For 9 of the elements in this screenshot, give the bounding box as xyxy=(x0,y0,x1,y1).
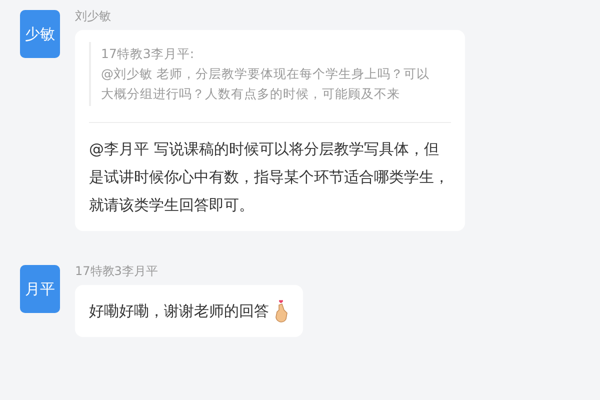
sender-name: 17特教3李月平 xyxy=(75,263,159,279)
message-text: 好嘞好嘞，谢谢老师的回答 xyxy=(89,301,269,322)
quote-author: 17特教3李月平: xyxy=(101,45,196,63)
sender-name: 刘少敏 xyxy=(75,8,112,24)
avatar: 少敏 xyxy=(20,10,60,58)
message-text: @李月平 写说课稿的时候可以将分层教学写具体，但是试讲时候你心中有数，指导某个环节适合哪类学生，就请该类学生回答即可。 xyxy=(89,139,450,216)
finger-heart-icon xyxy=(273,299,289,323)
quote-text: @刘少敏 老师，分层教学要体现在每个学生身上吗？可以大概分组进行吗？人数有点多的时候，可能顾及不来 xyxy=(101,65,430,103)
avatar: 月平 xyxy=(20,265,60,313)
